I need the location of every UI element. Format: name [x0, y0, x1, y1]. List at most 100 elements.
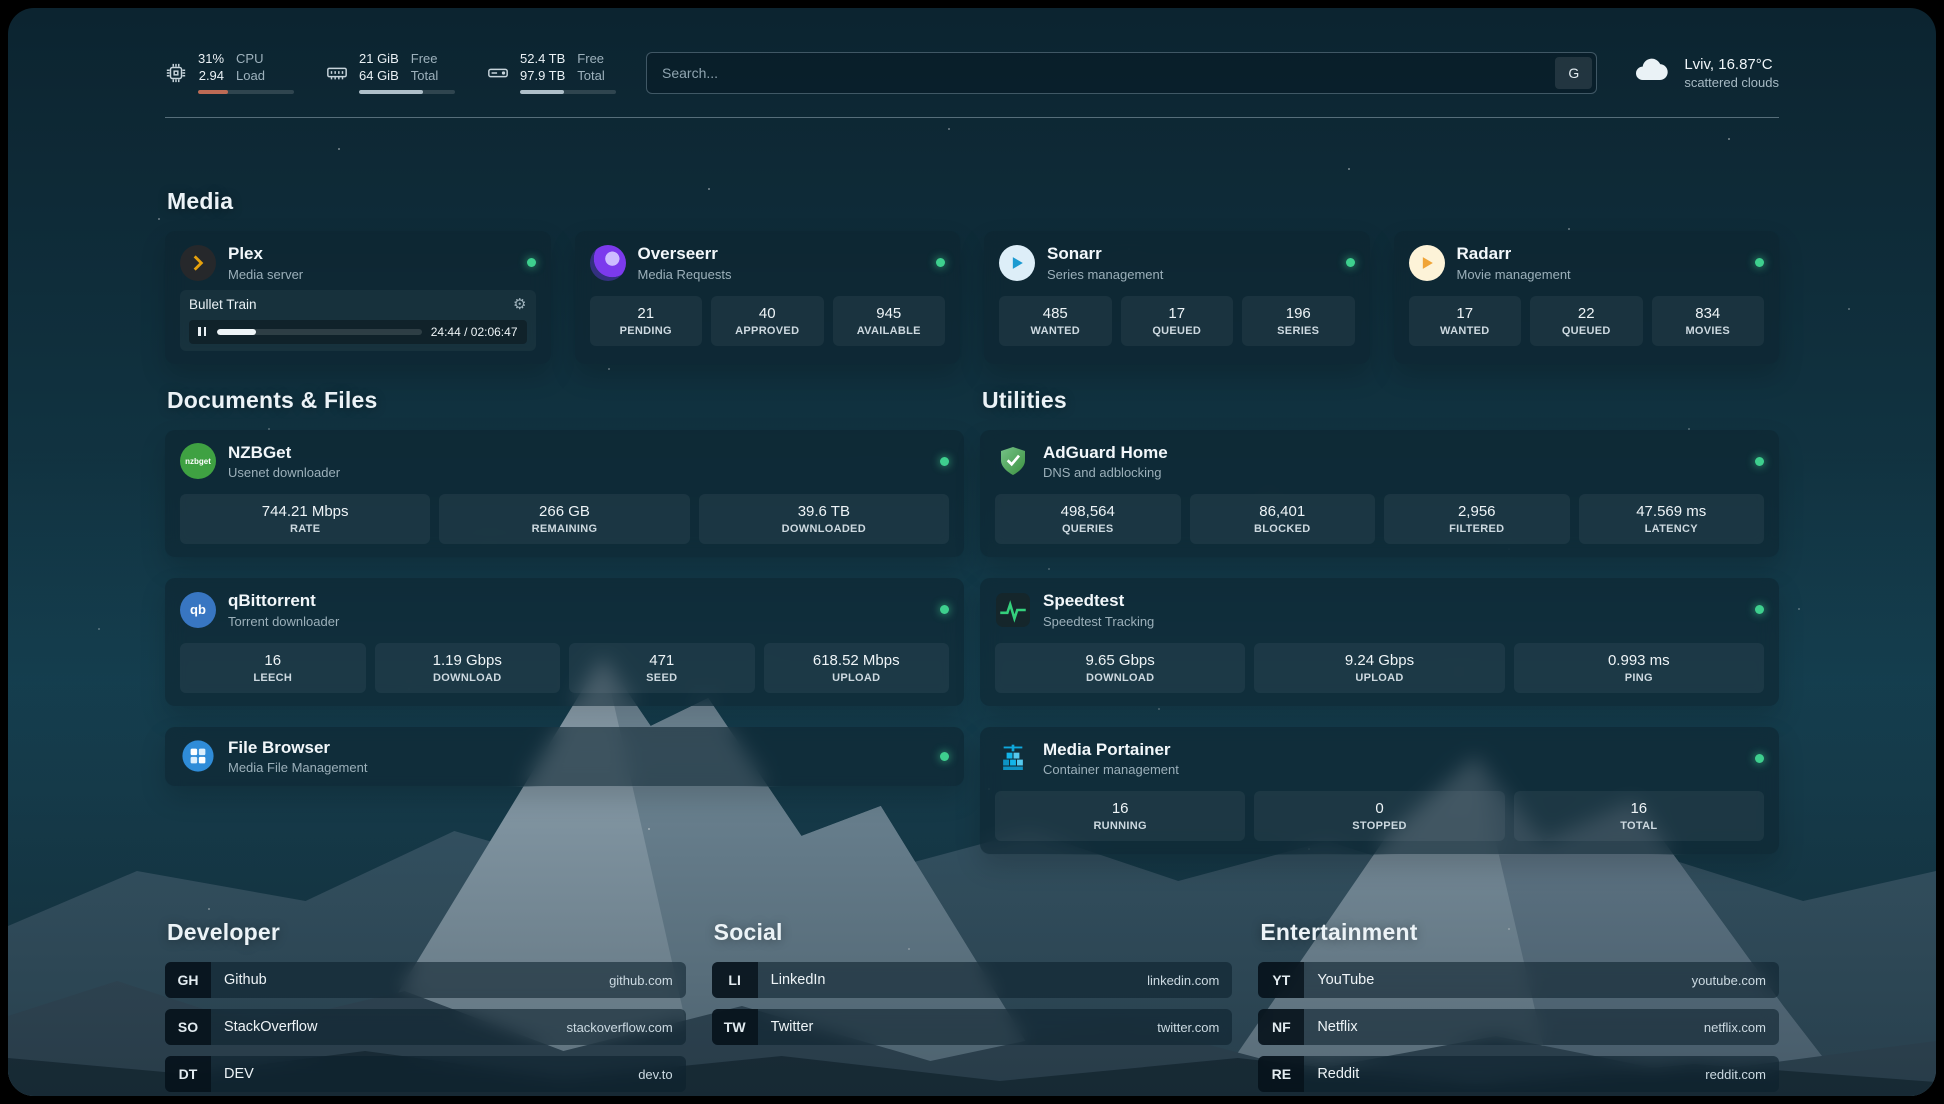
service-title: File Browser	[228, 738, 928, 758]
status-dot	[1755, 605, 1764, 614]
service-subtitle: Series management	[1047, 267, 1334, 282]
bookmark-label: Github	[224, 972, 609, 988]
memory-label-2: Total	[411, 68, 438, 85]
bookmark-dev[interactable]: DT DEV dev.to	[165, 1056, 686, 1092]
topbar-divider	[165, 117, 1779, 118]
plex-icon	[180, 245, 216, 281]
status-dot	[1346, 258, 1355, 267]
bookmark-group-developer: Developer GH Github github.com SO StackO…	[165, 919, 686, 1096]
search-input[interactable]	[646, 52, 1597, 94]
service-title: Radarr	[1457, 244, 1744, 264]
service-card-speedtest[interactable]: Speedtest Speedtest Tracking 9.65 GbpsDO…	[980, 578, 1779, 706]
qbittorrent-icon: qb	[180, 592, 216, 628]
weather-condition: scattered clouds	[1684, 75, 1779, 90]
overseerr-icon	[590, 245, 626, 281]
service-title: Speedtest	[1043, 591, 1743, 611]
service-card-qbittorrent[interactable]: qb qBittorrent Torrent downloader 16LEEC…	[165, 578, 964, 706]
status-dot	[940, 752, 949, 761]
status-dot	[1755, 754, 1764, 763]
bookmark-url: dev.to	[638, 1067, 672, 1082]
service-title: Media Portainer	[1043, 740, 1743, 760]
bookmark-group-social: Social LI LinkedIn linkedin.com TW Twitt…	[712, 919, 1233, 1096]
adguard-icon	[995, 443, 1031, 479]
stat-queued: 22QUEUED	[1530, 296, 1643, 346]
memory-total: 64 GiB	[359, 68, 399, 85]
utilities-heading: Utilities	[982, 387, 1779, 414]
playback-track[interactable]	[217, 329, 422, 335]
cpu-progress-track	[198, 90, 294, 94]
bookmark-label: YouTube	[1317, 972, 1691, 988]
cpu-body: 31% 2.94 CPU Load	[198, 51, 294, 94]
service-subtitle: Speedtest Tracking	[1043, 614, 1743, 629]
entertainment-heading: Entertainment	[1260, 919, 1779, 946]
status-dot	[1755, 258, 1764, 267]
stat-rate: 744.21 MbpsRATE	[180, 494, 430, 544]
bookmark-url: youtube.com	[1692, 973, 1766, 988]
stats-row: 16LEECH 1.19 GbpsDOWNLOAD 471SEED 618.52…	[180, 643, 949, 693]
service-card-radarr[interactable]: Radarr Movie management 17WANTED 22QUEUE…	[1394, 231, 1780, 364]
cloud-icon	[1631, 50, 1671, 95]
stats-row: 485WANTED 17QUEUED 196SERIES	[999, 296, 1355, 346]
stat-latency: 47.569 msLATENCY	[1579, 494, 1765, 544]
bookmark-label: LinkedIn	[771, 972, 1147, 988]
bookmark-twitter[interactable]: TW Twitter twitter.com	[712, 1009, 1233, 1045]
stat-running: 16RUNNING	[995, 791, 1245, 841]
radarr-icon	[1409, 245, 1445, 281]
stat-leech: 16LEECH	[180, 643, 366, 693]
bookmark-url: netflix.com	[1704, 1020, 1766, 1035]
service-card-overseerr[interactable]: Overseerr Media Requests 21PENDING 40APP…	[575, 231, 961, 364]
now-playing-title: Bullet Train	[189, 297, 257, 312]
bookmark-url: stackoverflow.com	[566, 1020, 672, 1035]
disk-label-1: Free	[577, 51, 604, 68]
bookmark-youtube[interactable]: YT YouTube youtube.com	[1258, 962, 1779, 998]
bookmark-label: Reddit	[1317, 1066, 1705, 1082]
column-documents: Documents & Files nzbget NZBGet Usenet d…	[165, 387, 964, 876]
bookmark-netflix[interactable]: NF Netflix netflix.com	[1258, 1009, 1779, 1045]
service-subtitle: Torrent downloader	[228, 614, 928, 629]
stats-row: 498,564QUERIES 86,401BLOCKED 2,956FILTER…	[995, 494, 1764, 544]
memory-widget: 21 GiB 64 GiB Free Total	[326, 51, 455, 94]
bookmark-url: github.com	[609, 973, 673, 988]
memory-icon	[326, 62, 348, 84]
pause-button[interactable]	[196, 326, 208, 337]
section-media: Media Plex Media server	[165, 188, 1779, 364]
service-card-portainer[interactable]: Media Portainer Container management 16R…	[980, 727, 1779, 855]
disk-widget: 52.4 TB 97.9 TB Free Total	[487, 51, 616, 94]
bookmark-linkedin[interactable]: LI LinkedIn linkedin.com	[712, 962, 1233, 998]
service-subtitle: Usenet downloader	[228, 465, 928, 480]
bookmark-stackoverflow[interactable]: SO StackOverflow stackoverflow.com	[165, 1009, 686, 1045]
service-card-sonarr[interactable]: Sonarr Series management 485WANTED 17QUE…	[984, 231, 1370, 364]
bookmark-abbr: TW	[712, 1009, 758, 1045]
portainer-icon	[995, 740, 1031, 776]
bookmark-github[interactable]: GH Github github.com	[165, 962, 686, 998]
service-title: Overseerr	[638, 244, 925, 264]
service-card-nzbget[interactable]: nzbget NZBGet Usenet downloader 744.21 M…	[165, 430, 964, 558]
service-title: Plex	[228, 244, 515, 264]
stat-queued: 17QUEUED	[1121, 296, 1234, 346]
cpu-widget: 31% 2.94 CPU Load	[165, 51, 294, 94]
service-card-adguard[interactable]: AdGuard Home DNS and adblocking 498,564Q…	[980, 430, 1779, 558]
bookmark-reddit[interactable]: RE Reddit reddit.com	[1258, 1056, 1779, 1092]
bookmark-abbr: RE	[1258, 1056, 1304, 1092]
stat-upload: 618.52 MbpsUPLOAD	[764, 643, 950, 693]
cpu-load: 2.94	[199, 68, 224, 85]
stat-movies: 834MOVIES	[1652, 296, 1765, 346]
two-column-section: Documents & Files nzbget NZBGet Usenet d…	[165, 387, 1779, 876]
bookmark-abbr: LI	[712, 962, 758, 998]
service-subtitle: Container management	[1043, 762, 1743, 777]
gear-icon[interactable]: ⚙	[513, 297, 526, 312]
status-dot	[527, 258, 536, 267]
weather-widget: Lviv, 16.87°C scattered clouds	[1631, 50, 1779, 95]
stat-stopped: 0STOPPED	[1254, 791, 1504, 841]
service-card-plex[interactable]: Plex Media server Bullet Train ⚙	[165, 231, 551, 364]
service-card-filebrowser[interactable]: File Browser Media File Management	[165, 727, 964, 787]
memory-free: 21 GiB	[359, 51, 399, 68]
memory-progress-track	[359, 90, 455, 94]
plex-now-playing: Bullet Train ⚙ 24:44 / 02:06:47	[180, 290, 536, 351]
cpu-label-1: CPU	[236, 51, 263, 68]
search-provider-button[interactable]: G	[1555, 57, 1592, 89]
stats-row: 17WANTED 22QUEUED 834MOVIES	[1409, 296, 1765, 346]
developer-heading: Developer	[167, 919, 686, 946]
service-subtitle: Media File Management	[228, 760, 928, 775]
disk-total: 97.9 TB	[520, 68, 565, 85]
